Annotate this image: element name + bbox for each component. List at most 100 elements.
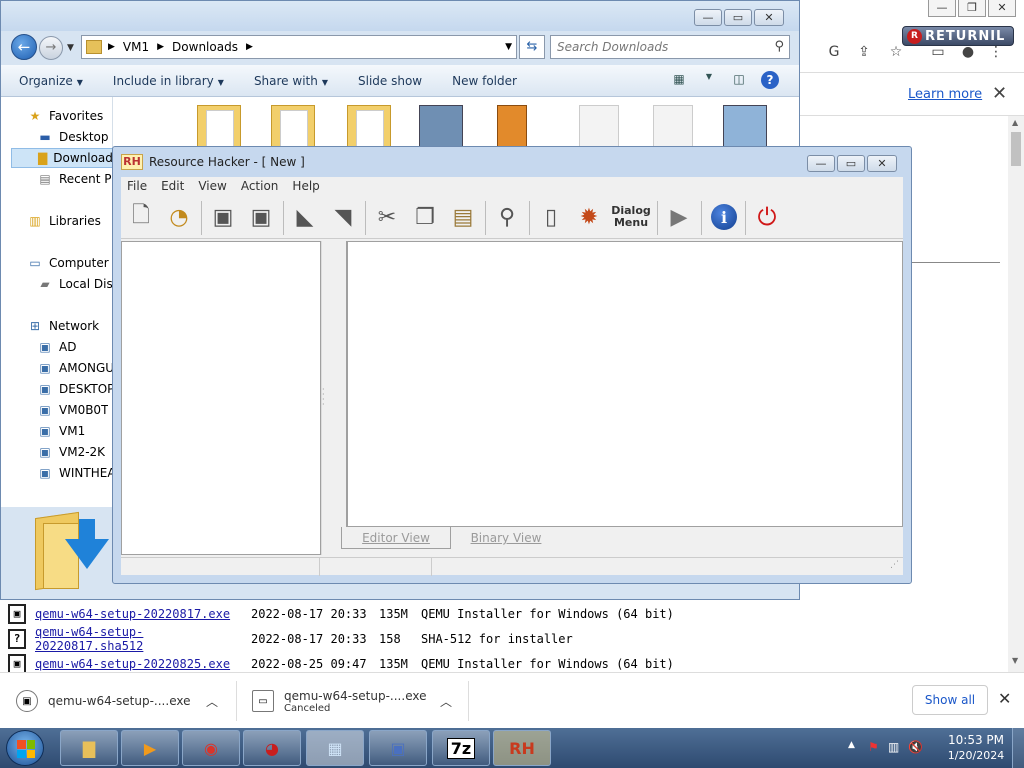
restore-button[interactable]: ❐ [958, 0, 986, 17]
scrollbar-thumb[interactable] [1011, 132, 1021, 166]
listing-file-link[interactable]: qemu-w64-setup-20220825.exe [35, 657, 251, 671]
nav-favorites[interactable]: ★ Favorites [27, 106, 104, 126]
resource-tree[interactable] [121, 241, 321, 555]
forward-button[interactable]: → [39, 36, 63, 60]
add-resource-icon[interactable]: ▯ [535, 201, 567, 233]
organize-button[interactable]: Organize ▼ [19, 74, 83, 88]
scroll-up-icon[interactable]: ▲ [1012, 118, 1018, 127]
new-file-icon[interactable]: 🗋 [125, 201, 157, 233]
downloads-bar-close-icon[interactable]: ✕ [998, 689, 1011, 708]
close-button[interactable]: ✕ [754, 9, 784, 26]
compile-script-icon[interactable]: ◣ [289, 201, 321, 233]
save-as-icon[interactable]: ▣ [245, 201, 277, 233]
document-icon[interactable] [579, 105, 619, 149]
listing-file-link[interactable]: qemu-w64-setup-20220817.exe [35, 607, 251, 621]
download-item[interactable]: ▭ qemu-w64-setup-....exe Canceled [252, 679, 426, 723]
resize-grip-icon[interactable]: ⋰ [890, 560, 899, 570]
taskbar-chrome-button[interactable]: ◉ [182, 730, 240, 766]
copy-icon[interactable]: ❐ [409, 201, 441, 233]
editor-pane[interactable] [347, 241, 903, 527]
document-icon[interactable] [653, 105, 693, 149]
view-dropdown-icon[interactable]: ▼ [701, 72, 717, 88]
security-alert-icon[interactable]: ⚑ [868, 740, 879, 754]
menu-action[interactable]: Action [241, 179, 279, 193]
taskbar-returnil-button[interactable]: ◕ [243, 730, 301, 766]
save-icon[interactable]: ▣ [207, 201, 239, 233]
application-icon[interactable] [497, 105, 527, 149]
menu-edit[interactable]: Edit [161, 179, 184, 193]
open-file-icon[interactable]: ◔ [163, 201, 195, 233]
recent-pages-chevron-icon[interactable]: ▼ [67, 43, 74, 53]
folder-icon[interactable] [197, 105, 241, 150]
page-scrollbar[interactable]: ▲ ▼ [1008, 116, 1024, 672]
close-button[interactable]: ✕ [867, 155, 897, 172]
learn-more-link[interactable]: Learn more [908, 87, 982, 102]
nav-host[interactable]: ▣ VM1 [37, 421, 85, 441]
menu-help[interactable]: Help [292, 179, 319, 193]
refresh-button[interactable]: ⇆ [519, 35, 545, 59]
run-script-icon[interactable]: ◥ [327, 201, 359, 233]
paste-icon[interactable]: ▤ [447, 201, 479, 233]
folder-icon[interactable] [347, 105, 391, 150]
breadcrumb-separator-icon[interactable]: ▶ [246, 42, 253, 52]
start-button[interactable] [6, 730, 44, 766]
application-icon[interactable] [419, 105, 463, 149]
infobar-close-icon[interactable]: ✕ [992, 83, 1007, 104]
tab-editor-view[interactable]: Editor View [341, 527, 451, 549]
nav-computer[interactable]: ▭ Computer [27, 253, 108, 273]
power-icon[interactable]: ⏻ [751, 201, 783, 233]
breadcrumb-downloads[interactable]: Downloads [172, 40, 238, 54]
close-button[interactable]: ✕ [988, 0, 1016, 17]
back-button[interactable]: ← [11, 34, 37, 60]
splitter-grip-icon[interactable]: · · · · [322, 386, 325, 409]
network-status-icon[interactable]: ▥ [888, 740, 899, 754]
installer-icon[interactable] [723, 105, 767, 149]
nav-downloads[interactable]: ▇ Downloads [11, 148, 113, 168]
share-icon[interactable]: ⇪ [856, 44, 872, 60]
download-options-chevron-icon[interactable]: ︿ [440, 693, 452, 710]
folder-icon[interactable] [271, 105, 315, 150]
nav-host[interactable]: ▣ DESKTOP- [37, 379, 118, 399]
nav-host[interactable]: ▣ AD [37, 337, 76, 357]
menu-file[interactable]: File [127, 179, 147, 193]
taskbar-media-player-button[interactable]: ▶ [121, 730, 179, 766]
pane-splitter[interactable]: · · · · [321, 241, 347, 555]
taskbar-control-panel-button[interactable]: ▦ [306, 730, 364, 766]
minimize-button[interactable]: — [807, 155, 835, 172]
google-icon[interactable]: G [826, 44, 842, 60]
listing-file-link[interactable]: qemu-w64-setup-20220817.sha512 [35, 625, 251, 653]
show-desktop-button[interactable] [1012, 728, 1024, 768]
nav-network[interactable]: ⊞ Network [27, 316, 99, 336]
breadcrumb-separator-icon[interactable]: ▶ [108, 42, 115, 52]
volume-muted-icon[interactable]: 🔇 [908, 740, 923, 754]
minimize-button[interactable]: — [694, 9, 722, 26]
address-bar[interactable]: ▶ VM1 ▶ Downloads ▶ ▼ [81, 35, 517, 59]
search-input[interactable]: Search Downloads ⚲ [550, 35, 790, 59]
rh-titlebar[interactable]: RH Resource Hacker - [ New ] — ▭ ✕ [113, 147, 911, 177]
bookmark-star-icon[interactable]: ☆ [888, 44, 904, 60]
download-options-chevron-icon[interactable]: ︿ [206, 693, 218, 710]
share-with-button[interactable]: Share with ▼ [254, 74, 328, 88]
include-in-library-button[interactable]: Include in library ▼ [113, 74, 224, 88]
info-icon[interactable]: i [711, 204, 737, 230]
nav-host[interactable]: ▣ AMONGUS [37, 358, 121, 378]
maximize-button[interactable]: ▭ [837, 155, 865, 172]
scroll-down-icon[interactable]: ▼ [1012, 656, 1018, 665]
preview-pane-icon[interactable]: ◫ [731, 72, 747, 88]
tab-binary-view[interactable]: Binary View [451, 527, 561, 549]
taskbar-7zip-button[interactable]: 7z [432, 730, 490, 766]
play-icon[interactable]: ▶ [663, 201, 695, 233]
new-folder-button[interactable]: New folder [452, 74, 517, 88]
find-icon[interactable]: ⚲ [491, 201, 523, 233]
nav-host[interactable]: ▣ VM2-2K [37, 442, 105, 462]
clock-date[interactable]: 1/20/2024 [942, 749, 1010, 762]
nav-host[interactable]: ▣ VM0B0T [37, 400, 108, 420]
maximize-button[interactable]: ▭ [724, 9, 752, 26]
taskbar-resource-hacker-button[interactable]: RH [493, 730, 551, 766]
nav-local-disk[interactable]: ▰ Local Disk [37, 274, 119, 294]
cut-icon[interactable]: ✂ [371, 201, 403, 233]
breadcrumb-separator-icon[interactable]: ▶ [157, 42, 164, 52]
clock-time[interactable]: 10:53 PM [942, 733, 1010, 747]
nav-libraries[interactable]: ▥ Libraries [27, 211, 101, 231]
taskbar-vs-button[interactable]: ▣ [369, 730, 427, 766]
